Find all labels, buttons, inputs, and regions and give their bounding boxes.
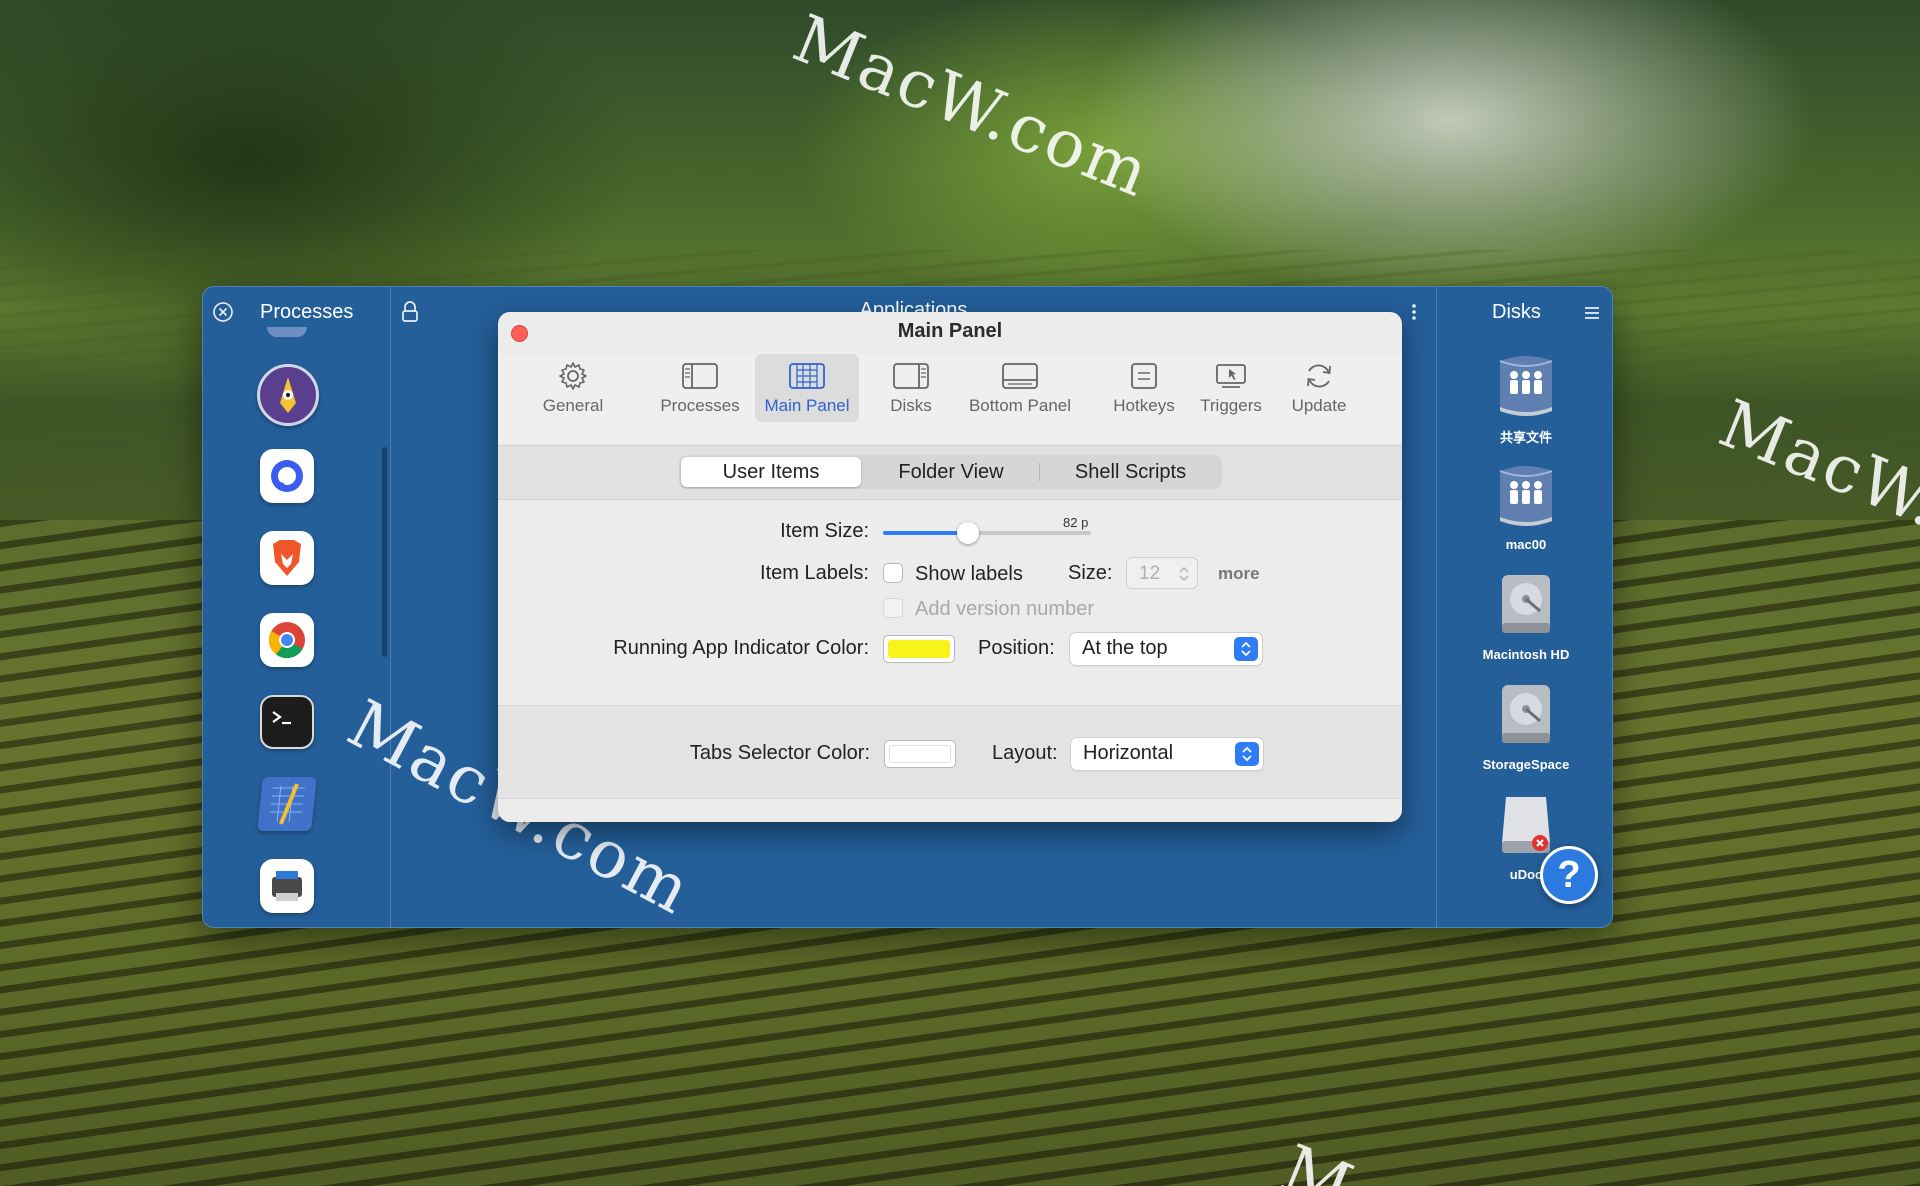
sidebar-left-icon (682, 363, 718, 389)
more-link[interactable]: more (1218, 564, 1260, 584)
tab-triggers[interactable]: Triggers (1194, 354, 1268, 422)
item-size-slider[interactable] (883, 522, 1091, 544)
label-size-value: 12 (1139, 563, 1161, 584)
tab-update[interactable]: Update (1283, 354, 1355, 422)
preferences-toolbar: General Processes Main Panel Disks Botto… (498, 354, 1402, 446)
indicator-color-swatch (888, 640, 950, 658)
add-version-text: Add version number (915, 598, 1094, 620)
blueprint-app-icon[interactable] (257, 777, 317, 831)
hard-disk-icon (1502, 575, 1550, 633)
watermark: M (1271, 1130, 1365, 1186)
tab-processes[interactable]: Processes (655, 354, 745, 422)
tab-main-panel[interactable]: Main Panel (755, 354, 859, 422)
view-tabs-bar: User Items Folder View Shell Scripts (498, 446, 1402, 500)
more-options-icon[interactable] (1411, 303, 1417, 326)
disk-label: Macintosh HD (1482, 647, 1570, 662)
position-value: At the top (1082, 637, 1168, 659)
pencil-mascot-app-icon[interactable] (257, 364, 319, 426)
layout-select[interactable]: Horizontal (1071, 738, 1263, 770)
layout-label: Layout: (992, 742, 1058, 764)
help-button[interactable]: ? (1540, 846, 1598, 904)
layout-value: Horizontal (1083, 742, 1174, 764)
bottom-panel-icon (1002, 363, 1038, 389)
sidebar-right-icon (893, 363, 929, 389)
indicator-color-well[interactable] (883, 635, 955, 663)
slider-knob[interactable] (957, 522, 979, 544)
slider-fill (883, 531, 968, 535)
tabs-selector-section: Tabs Selector Color: Layout: Horizontal (498, 705, 1402, 799)
menu-lines-icon[interactable] (1584, 306, 1600, 325)
disk-label: mac00 (1505, 537, 1547, 552)
tab-label: Disks (890, 396, 932, 415)
close-icon[interactable] (212, 301, 234, 328)
hard-disk-icon (1502, 685, 1550, 743)
tab-bottom-panel[interactable]: Bottom Panel (961, 354, 1079, 422)
disks-title: Disks (1492, 301, 1541, 323)
disk-label: 共享文件 (1499, 430, 1552, 445)
tabs-selector-color-swatch (889, 745, 951, 763)
blue-chat-app-icon[interactable] (260, 449, 314, 503)
terminal-app-icon[interactable] (260, 695, 314, 749)
disk-item[interactable]: Macintosh HD (1437, 571, 1612, 662)
item-size-value: 82 p (1063, 515, 1089, 530)
processes-section: Processes (203, 287, 391, 927)
chevron-updown-icon (1234, 637, 1258, 661)
tab-hotkeys[interactable]: Hotkeys (1107, 354, 1181, 422)
tab-user-items[interactable]: User Items (681, 457, 861, 487)
item-size-label: Item Size: (780, 520, 869, 542)
grid-panel-icon (789, 363, 825, 389)
stepper-arrows-icon (1179, 566, 1189, 582)
position-select[interactable]: At the top (1070, 633, 1262, 665)
disks-section: Disks 共享文件 mac00 Macintosh HD StorageSpa… (1436, 287, 1612, 927)
chevron-updown-icon (1235, 742, 1259, 766)
tabs-selector-color-well[interactable] (884, 740, 956, 768)
view-tabs-segmented-control: User Items Folder View Shell Scripts (679, 455, 1222, 489)
watermark: MacW.com (783, 0, 1162, 213)
disk-item[interactable]: mac00 (1437, 461, 1612, 552)
item-labels-label: Item Labels: (760, 562, 869, 584)
divider (1039, 463, 1040, 481)
tab-label: Update (1291, 396, 1347, 415)
tab-label: Bottom Panel (968, 396, 1072, 415)
refresh-icon (1307, 364, 1331, 388)
tab-folder-view[interactable]: Folder View (863, 457, 1039, 487)
scanner-app-icon[interactable] (260, 859, 314, 913)
position-label: Position: (978, 637, 1055, 659)
label-size-stepper[interactable]: 12 (1126, 557, 1198, 589)
brave-browser-icon[interactable] (260, 531, 314, 585)
preferences-dialog: Main Panel General Processes Main Panel … (498, 312, 1402, 822)
disk-label: uDoc (1509, 867, 1543, 882)
size-label: Size: (1068, 562, 1113, 584)
chrome-browser-icon[interactable] (260, 613, 314, 667)
disk-item[interactable]: StorageSpace (1437, 681, 1612, 772)
tabs-selector-color-label: Tabs Selector Color: (689, 742, 870, 764)
keyboard-key-icon (1131, 363, 1157, 389)
indicator-color-label: Running App Indicator Color: (613, 637, 869, 659)
tab-general[interactable]: General (528, 354, 618, 422)
scrollbar[interactable] (382, 447, 387, 657)
show-labels-text: Show labels (915, 563, 1023, 585)
tab-label: General (542, 396, 604, 415)
watermark: MacW.com (1709, 385, 1920, 598)
disk-item[interactable]: 共享文件 (1437, 351, 1612, 446)
processes-title: Processes (260, 301, 354, 323)
disk-label: StorageSpace (1482, 757, 1570, 772)
network-share-icon (1499, 356, 1553, 416)
gear-icon (559, 362, 587, 390)
tab-disks[interactable]: Disks (876, 354, 946, 422)
external-drive-icon (1502, 797, 1550, 853)
tab-label: Hotkeys (1113, 396, 1175, 415)
network-share-icon (1499, 466, 1553, 526)
tab-label: Main Panel (764, 396, 850, 415)
tab-label: Processes (660, 396, 740, 415)
dialog-title: Main Panel (897, 320, 1003, 342)
cursor-screen-icon (1216, 364, 1246, 388)
partial-app-icon[interactable] (267, 327, 307, 337)
tab-label: Triggers (1200, 396, 1262, 415)
show-labels-checkbox[interactable] (883, 563, 903, 583)
tab-shell-scripts[interactable]: Shell Scripts (1041, 457, 1220, 487)
add-version-checkbox[interactable] (883, 598, 903, 618)
